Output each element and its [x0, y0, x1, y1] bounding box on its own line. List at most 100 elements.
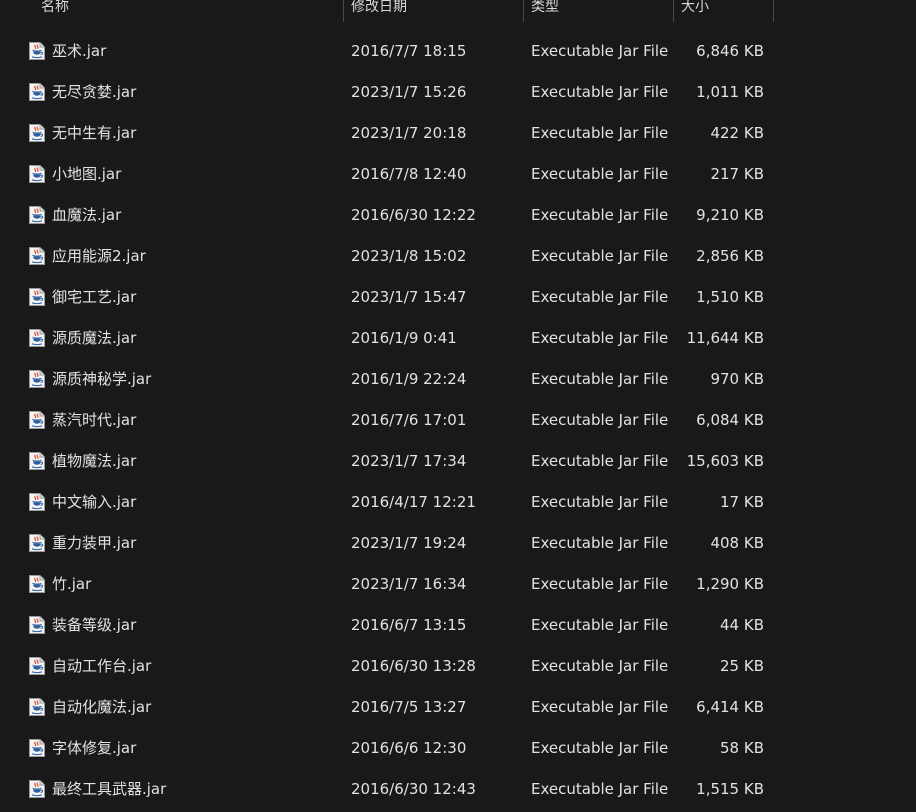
file-size: 11,644 KB [686, 329, 764, 347]
file-row[interactable]: 最终工具武器.jar 2016/6/30 12:43 Executable Ja… [0, 769, 916, 810]
java-jar-file-icon [27, 533, 47, 553]
file-list: 巫术.jar 2016/7/7 18:15 Executable Jar Fil… [0, 31, 916, 810]
file-name: 中文输入.jar [52, 493, 137, 511]
java-jar-file-icon [27, 779, 47, 799]
file-name: 蒸汽时代.jar [52, 411, 137, 429]
file-type: Executable Jar File [531, 247, 669, 265]
file-type: Executable Jar File [531, 452, 669, 470]
file-row[interactable]: 中文输入.jar 2016/4/17 12:21 Executable Jar … [0, 482, 916, 523]
file-row[interactable]: 血魔法.jar 2016/6/30 12:22 Executable Jar F… [0, 195, 916, 236]
column-divider[interactable] [343, 0, 344, 22]
file-type: Executable Jar File [531, 83, 669, 101]
file-row[interactable]: 小地图.jar 2016/7/8 12:40 Executable Jar Fi… [0, 154, 916, 195]
java-jar-file-icon [27, 738, 47, 758]
file-name: 自动化魔法.jar [52, 698, 152, 716]
file-name: 血魔法.jar [52, 206, 122, 224]
file-type: Executable Jar File [531, 42, 669, 60]
column-header-bar: 名称 修改日期 类型 大小 [0, 0, 916, 22]
file-modified-date: 2016/1/9 22:24 [351, 370, 467, 388]
java-jar-file-icon [27, 410, 47, 430]
file-modified-date: 2016/6/30 12:22 [351, 206, 476, 224]
file-size: 25 KB [720, 657, 764, 675]
java-jar-file-icon [27, 41, 47, 61]
java-jar-file-icon [27, 287, 47, 307]
column-divider[interactable] [673, 0, 674, 22]
file-row[interactable]: 重力装甲.jar 2023/1/7 19:24 Executable Jar F… [0, 523, 916, 564]
file-name: 应用能源2.jar [52, 247, 146, 265]
file-size: 44 KB [720, 616, 764, 634]
file-size: 422 KB [710, 124, 764, 142]
java-jar-file-icon [27, 205, 47, 225]
column-header-size[interactable]: 大小 [681, 0, 766, 22]
file-modified-date: 2016/4/17 12:21 [351, 493, 476, 511]
file-size: 1,510 KB [696, 288, 764, 306]
file-name: 源质魔法.jar [52, 329, 137, 347]
file-row[interactable]: 自动化魔法.jar 2016/7/5 13:27 Executable Jar … [0, 687, 916, 728]
file-size: 970 KB [710, 370, 764, 388]
column-divider[interactable] [523, 0, 524, 22]
file-type: Executable Jar File [531, 739, 669, 757]
file-size: 6,084 KB [696, 411, 764, 429]
file-size: 1,290 KB [696, 575, 764, 593]
java-jar-file-icon [27, 369, 47, 389]
file-type: Executable Jar File [531, 329, 669, 347]
file-row[interactable]: 源质魔法.jar 2016/1/9 0:41 Executable Jar Fi… [0, 318, 916, 359]
file-modified-date: 2023/1/7 15:26 [351, 83, 467, 101]
file-name: 重力装甲.jar [52, 534, 137, 552]
file-row[interactable]: 巫术.jar 2016/7/7 18:15 Executable Jar Fil… [0, 31, 916, 72]
file-modified-date: 2016/6/7 13:15 [351, 616, 467, 634]
file-modified-date: 2016/6/30 13:28 [351, 657, 476, 675]
file-row[interactable]: 蒸汽时代.jar 2016/7/6 17:01 Executable Jar F… [0, 400, 916, 441]
file-modified-date: 2023/1/8 15:02 [351, 247, 467, 265]
file-row[interactable]: 竹.jar 2023/1/7 16:34 Executable Jar File… [0, 564, 916, 605]
file-row[interactable]: 自动工作台.jar 2016/6/30 13:28 Executable Jar… [0, 646, 916, 687]
file-size: 6,414 KB [696, 698, 764, 716]
file-name: 御宅工艺.jar [52, 288, 137, 306]
column-header-type[interactable]: 类型 [531, 0, 666, 22]
file-name: 无中生有.jar [52, 124, 137, 142]
java-jar-file-icon [27, 82, 47, 102]
file-type: Executable Jar File [531, 124, 669, 142]
file-row[interactable]: 无尽贪婪.jar 2023/1/7 15:26 Executable Jar F… [0, 72, 916, 113]
file-row[interactable]: 植物魔法.jar 2023/1/7 17:34 Executable Jar F… [0, 441, 916, 482]
file-size: 1,515 KB [696, 780, 764, 798]
file-type: Executable Jar File [531, 493, 669, 511]
column-divider[interactable] [773, 0, 774, 22]
file-size: 15,603 KB [686, 452, 764, 470]
file-type: Executable Jar File [531, 534, 669, 552]
file-size: 9,210 KB [696, 206, 764, 224]
file-modified-date: 2023/1/7 16:34 [351, 575, 467, 593]
file-modified-date: 2023/1/7 17:34 [351, 452, 467, 470]
file-row[interactable]: 御宅工艺.jar 2023/1/7 15:47 Executable Jar F… [0, 277, 916, 318]
file-type: Executable Jar File [531, 206, 669, 224]
file-modified-date: 2023/1/7 20:18 [351, 124, 467, 142]
file-name: 竹.jar [52, 575, 92, 593]
file-name: 最终工具武器.jar [52, 780, 167, 798]
file-name: 巫术.jar [52, 42, 107, 60]
file-name: 小地图.jar [52, 165, 122, 183]
file-row[interactable]: 装备等级.jar 2016/6/7 13:15 Executable Jar F… [0, 605, 916, 646]
file-row[interactable]: 无中生有.jar 2023/1/7 20:18 Executable Jar F… [0, 113, 916, 154]
java-jar-file-icon [27, 328, 47, 348]
file-name: 源质神秘学.jar [52, 370, 152, 388]
file-type: Executable Jar File [531, 288, 669, 306]
column-header-name[interactable]: 名称 [41, 0, 336, 22]
file-row[interactable]: 应用能源2.jar 2023/1/8 15:02 Executable Jar … [0, 236, 916, 277]
file-modified-date: 2016/6/6 12:30 [351, 739, 467, 757]
file-modified-date: 2016/7/8 12:40 [351, 165, 467, 183]
java-jar-file-icon [27, 697, 47, 717]
file-name: 装备等级.jar [52, 616, 137, 634]
java-jar-file-icon [27, 492, 47, 512]
file-row[interactable]: 字体修复.jar 2016/6/6 12:30 Executable Jar F… [0, 728, 916, 769]
java-jar-file-icon [27, 123, 47, 143]
file-modified-date: 2016/7/5 13:27 [351, 698, 467, 716]
java-jar-file-icon [27, 246, 47, 266]
java-jar-file-icon [27, 164, 47, 184]
java-jar-file-icon [27, 656, 47, 676]
file-size: 6,846 KB [696, 42, 764, 60]
file-type: Executable Jar File [531, 165, 669, 183]
column-header-modified[interactable]: 修改日期 [351, 0, 516, 22]
file-size: 58 KB [720, 739, 764, 757]
file-row[interactable]: 源质神秘学.jar 2016/1/9 22:24 Executable Jar … [0, 359, 916, 400]
file-name: 自动工作台.jar [52, 657, 152, 675]
